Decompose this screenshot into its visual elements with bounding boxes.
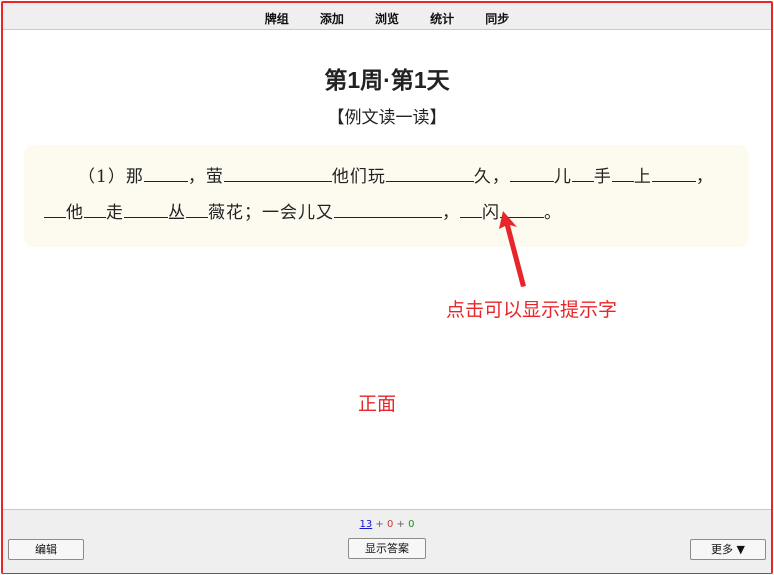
cloze-text-segment: 上 [633, 167, 652, 187]
card-title: 第1周·第1天 [324, 67, 450, 93]
cloze-blank[interactable] [500, 201, 544, 218]
cloze-blank[interactable] [334, 201, 442, 218]
menu-stats[interactable]: 统计 [430, 10, 454, 27]
cloze-text-segment: 儿 [553, 167, 572, 187]
front-annotation: 正面 [358, 393, 397, 415]
menu-decks[interactable]: 牌组 [265, 10, 289, 27]
top-menu: 牌组 添加 浏览 统计 同步 [252, 8, 522, 27]
edit-button[interactable]: 编辑 [8, 539, 84, 560]
cloze-text-segment: 手 [593, 167, 612, 187]
cloze-card: （1）那 ，萤 他们玩 久， 儿 手 上 ， 他 走 丛 薇花；一会儿又 ， 闪 。 [24, 145, 749, 247]
menu-add[interactable]: 添加 [320, 10, 344, 27]
cloze-blank[interactable] [186, 201, 208, 218]
cloze-text-segment: （1）那 [78, 167, 144, 187]
hint-annotation: 点击可以显示提示字 [446, 299, 618, 321]
menu-browse[interactable]: 浏览 [375, 10, 399, 27]
cloze-text-segment: 走 [106, 203, 124, 223]
card-subtitle: 【例文读一读】 [327, 108, 447, 128]
cloze-blank[interactable] [611, 165, 634, 182]
count-new[interactable]: 13 [360, 519, 373, 530]
cloze-text-segment: ，萤 [187, 167, 224, 187]
cloze-text-segment: ， [442, 203, 460, 223]
cloze-text-segment: 闪 [482, 203, 500, 223]
cloze-blank[interactable] [509, 165, 554, 182]
menu-sync[interactable]: 同步 [485, 10, 509, 27]
cloze-text-segment: ， [695, 167, 714, 187]
cloze-text-segment: 他 [66, 203, 84, 223]
cloze-blank[interactable] [143, 165, 188, 182]
count-review: 0 [408, 519, 415, 530]
cloze-blank[interactable] [460, 201, 482, 218]
cloze-blank[interactable] [651, 165, 696, 182]
due-counts: 13 + 0 + 0 [3, 519, 771, 530]
cloze-blank[interactable] [385, 165, 474, 182]
more-button[interactable]: 更多 ▼ [690, 539, 766, 560]
bottom-bar: 13 + 0 + 0 编辑 显示答案 更多 ▼ [3, 509, 771, 573]
cloze-blank[interactable] [571, 165, 594, 182]
count-plus-1: + [372, 519, 387, 530]
cloze-text-segment: 薇花；一会儿又 [208, 203, 334, 223]
cloze-text-segment: 他们玩 [331, 167, 386, 187]
cloze-blank[interactable] [223, 165, 332, 182]
cloze-text-segment: 丛 [168, 203, 186, 223]
cloze-text-segment: 。 [544, 203, 562, 223]
count-plus-2: + [393, 519, 409, 530]
cloze-text: （1）那 ，萤 他们玩 久， 儿 手 上 ， 他 走 丛 薇花；一会儿又 ， 闪 。 [44, 159, 734, 231]
cloze-blank[interactable] [84, 201, 106, 218]
cloze-blank[interactable] [124, 201, 168, 218]
cloze-text-segment: 久， [473, 167, 510, 187]
show-answer-button[interactable]: 显示答案 [348, 538, 426, 559]
cloze-blank[interactable] [44, 201, 66, 218]
top-menu-bar: 牌组 添加 浏览 统计 同步 [3, 3, 771, 30]
